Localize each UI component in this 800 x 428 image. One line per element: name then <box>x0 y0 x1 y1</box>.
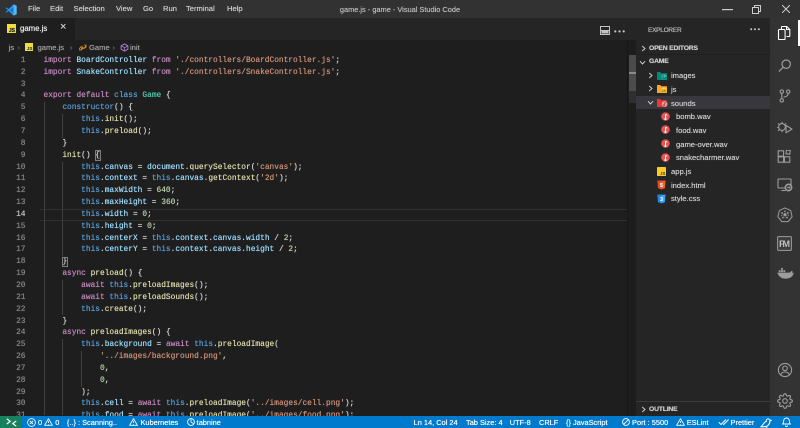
svg-text:FM: FM <box>779 239 790 249</box>
svg-text:JS: JS <box>661 89 666 93</box>
svg-text:3: 3 <box>660 197 663 203</box>
svg-text:JS: JS <box>660 171 665 176</box>
svg-text:5: 5 <box>660 183 663 189</box>
svg-text:JS: JS <box>27 46 33 51</box>
svg-text:JS: JS <box>9 28 16 33</box>
